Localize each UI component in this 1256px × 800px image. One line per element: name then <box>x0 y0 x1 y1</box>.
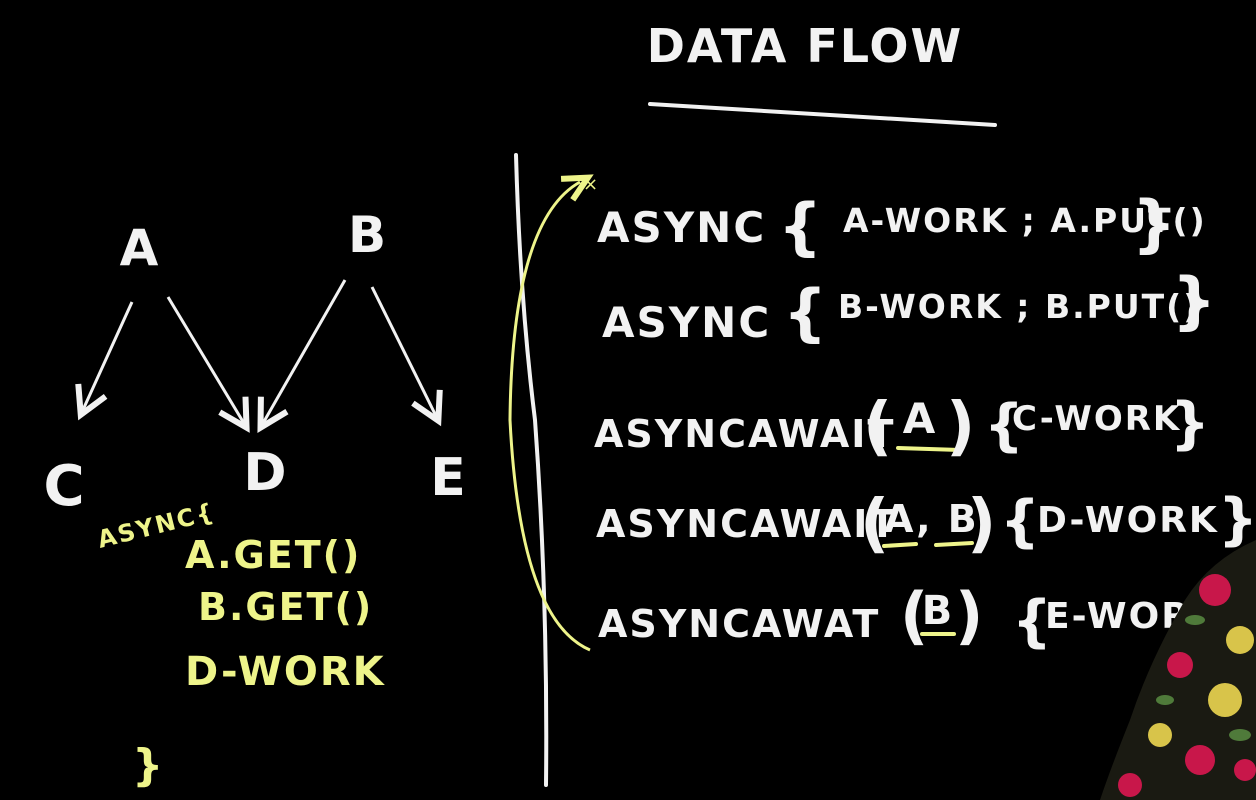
statement-args: B <box>922 588 955 634</box>
statement-row: ASYNCAWAIT ( A, B ) { D-WORK } <box>596 487 1256 561</box>
node-a: A <box>120 219 161 277</box>
node-d: D <box>243 443 288 503</box>
async-block-closing: } <box>132 740 165 791</box>
statement-body: D-WORK <box>1037 500 1219 541</box>
statement-close-brace: } <box>1170 391 1212 456</box>
statement-args: A <box>903 394 938 443</box>
statement-open-brace: { <box>1000 489 1042 554</box>
statement-close-brace: } <box>1218 487 1256 552</box>
statement-args-close: ) <box>955 579 985 652</box>
statement-args-close: ) <box>967 487 998 561</box>
async-block-line-3: D-WORK <box>185 649 386 695</box>
node-e: E <box>430 448 468 508</box>
statement-keyword: ASYNC <box>597 203 766 252</box>
statement-keyword: ASYNCAWAIT <box>594 412 895 456</box>
statement-args-open: ( <box>863 390 894 464</box>
statement-row: ASYNCAWAT ( B ) { E-WORK } <box>598 579 1255 654</box>
statement-body: C-WORK <box>1012 399 1181 439</box>
node-c: C <box>43 454 86 519</box>
statement-close-brace: } <box>1172 264 1218 337</box>
statement-open-brace: { <box>778 190 824 263</box>
edge-b-d-arrow-icon <box>257 279 347 433</box>
node-b: B <box>348 206 388 264</box>
statement-body: B-WORK ; B.PUT() <box>838 287 1200 326</box>
statement-open-brace: { <box>783 276 829 349</box>
async-block-line-1: A.GET() <box>185 533 361 577</box>
person-shoulder <box>1100 540 1256 800</box>
arc-cross-mark: × <box>583 174 598 195</box>
statement-row: ASYNC { A-WORK ; A.PUT() } <box>597 187 1205 263</box>
edge-a-d-arrow-icon <box>166 296 250 433</box>
page-title: DATA FLOW <box>647 19 964 73</box>
statement-args: A, B <box>884 497 979 541</box>
edge-a-c-arrow-icon <box>75 301 134 421</box>
edge-b-e-arrow-icon <box>370 286 443 427</box>
lecture-board: DATA FLOW A B C D E ASYNC{ A.GET() B.GET… <box>0 0 1256 800</box>
args-underline <box>882 542 918 548</box>
statement-keyword: ASYNCAWAT <box>598 602 880 646</box>
whiteboard-canvas: DATA FLOW A B C D E ASYNC{ A.GET() B.GET… <box>43 19 1256 800</box>
statement-keyword: ASYNCAWAIT <box>596 502 897 546</box>
statement-args-close: ) <box>946 390 977 464</box>
statement-close-brace: } <box>1132 187 1178 260</box>
statement-row: ASYNCAWAIT ( A ) { C-WORK } <box>594 390 1212 464</box>
async-block-line-2: B.GET() <box>198 585 373 629</box>
statement-row: ASYNC { B-WORK ; B.PUT() } <box>602 264 1218 349</box>
statement-keyword: ASYNC <box>602 298 771 347</box>
title-underline <box>648 102 997 127</box>
